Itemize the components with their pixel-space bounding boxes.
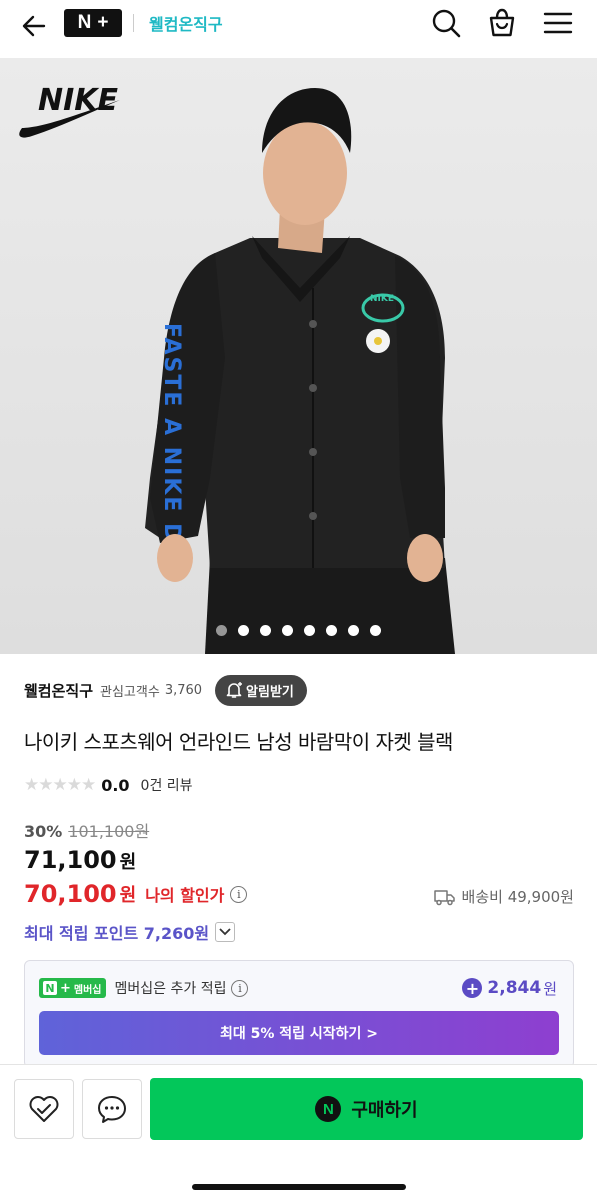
review-count-link[interactable]: 0건 리뷰 <box>141 775 193 795</box>
shopping-bag-icon[interactable] <box>485 6 519 40</box>
heart-check-icon <box>29 1096 59 1122</box>
bottom-action-bar: N 구매하기 <box>0 1064 597 1200</box>
my-discount-label: 나의 할인가 <box>145 886 225 905</box>
shipping-fee-text: 배송비 49,900원 <box>461 888 574 906</box>
fans-label: 관심고객수 <box>100 684 160 700</box>
carousel-dot[interactable] <box>326 625 337 636</box>
naver-plus-membership-badge: N + 멤버십 <box>39 978 106 998</box>
discount-row: 30% 101,100원 <box>24 818 149 842</box>
sale-price: 71,100 <box>24 846 117 874</box>
buy-button[interactable]: N 구매하기 <box>150 1078 583 1140</box>
membership-points: 2,844 <box>487 978 542 998</box>
header-divider <box>133 14 134 32</box>
top-header: N + 웰컴온직구 <box>0 0 597 56</box>
badge-plus: + <box>60 980 71 996</box>
svg-text:NIKE: NIKE <box>370 294 394 304</box>
product-title: 나이키 스포츠웨어 언라인드 남성 바람막이 자켓 블랙 <box>24 730 453 754</box>
carousel-dot[interactable] <box>216 625 227 636</box>
max-points-text: 최대 적립 포인트 7,260원 <box>24 924 210 943</box>
membership-info-icon[interactable]: i <box>231 979 249 997</box>
store-name[interactable]: 웰컴온직구 <box>24 680 93 701</box>
star-rating-icon: ★★★★★ <box>24 775 96 795</box>
rating-score: 0.0 <box>101 775 130 795</box>
bell-plus-icon <box>226 682 243 698</box>
my-discount-price: 70,100 <box>24 880 117 908</box>
logo-n: N <box>77 12 92 33</box>
svg-text:NIKE: NIKE <box>38 83 119 118</box>
carousel-dot[interactable] <box>370 625 381 636</box>
original-price: 101,100원 <box>68 822 150 841</box>
plus-circle-icon: + <box>462 978 483 998</box>
max-points-row[interactable]: 최대 적립 포인트 7,260원 <box>24 920 236 944</box>
membership-text: 멤버십은 추가 적립 <box>114 981 227 997</box>
chat-bubble-icon <box>98 1096 126 1123</box>
logo-plus: + <box>97 12 109 33</box>
buy-label: 구매하기 <box>351 1100 418 1121</box>
chevron-down-icon[interactable] <box>215 922 236 942</box>
wishlist-button[interactable] <box>14 1079 74 1139</box>
product-photo: NIKE FASTE A NIKE DAY NIKE <box>0 58 597 654</box>
membership-box: N + 멤버십 멤버십은 추가 적립 i + 2,844 원 최대 5% 적립 … <box>24 960 574 1068</box>
naver-plus-logo[interactable]: N + <box>64 9 122 37</box>
menu-icon[interactable] <box>541 6 575 40</box>
naver-pay-icon: N <box>315 1096 342 1122</box>
talk-button[interactable] <box>82 1079 142 1139</box>
fans-count: 3,760 <box>164 682 203 698</box>
search-icon[interactable] <box>429 6 463 40</box>
store-row: 웰컴온직구 관심고객수 3,760 알림받기 <box>24 674 307 706</box>
carousel-dot[interactable] <box>348 625 359 636</box>
start-membership-button[interactable]: 최대 5% 적립 시작하기 > <box>39 1011 559 1055</box>
price-row: 71,100 원 <box>24 846 136 874</box>
my-discount-price-unit: 원 <box>119 885 137 906</box>
home-indicator <box>192 1184 406 1190</box>
badge-label: 멤버십 <box>73 984 102 996</box>
header-store-link[interactable]: 웰컴온직구 <box>149 11 223 35</box>
rating-row: ★★★★★ 0.0 0건 리뷰 <box>24 774 193 796</box>
truck-icon <box>433 889 455 905</box>
discount-percent: 30% <box>24 822 63 841</box>
carousel-dot[interactable] <box>282 625 293 636</box>
back-arrow-icon[interactable] <box>18 10 50 42</box>
sale-price-unit: 원 <box>119 852 137 873</box>
carousel-dot[interactable] <box>304 625 315 636</box>
carousel-dot[interactable] <box>238 625 249 636</box>
membership-points-unit: 원 <box>543 979 557 998</box>
shipping-fee: 배송비 49,900원 <box>433 886 574 907</box>
carousel-dots <box>0 625 597 636</box>
membership-row: N + 멤버십 멤버십은 추가 적립 i + 2,844 원 <box>39 975 557 1001</box>
alarm-button[interactable]: 알림받기 <box>215 674 307 706</box>
carousel-dot[interactable] <box>260 625 271 636</box>
badge-n: N <box>43 981 57 995</box>
my-price-row: 70,100 원 나의 할인가 i <box>24 880 248 908</box>
info-icon[interactable]: i <box>230 885 248 903</box>
product-image-carousel[interactable]: NIKE FASTE A NIKE DAY NIKE <box>0 58 597 654</box>
alarm-label: 알림받기 <box>246 684 294 700</box>
